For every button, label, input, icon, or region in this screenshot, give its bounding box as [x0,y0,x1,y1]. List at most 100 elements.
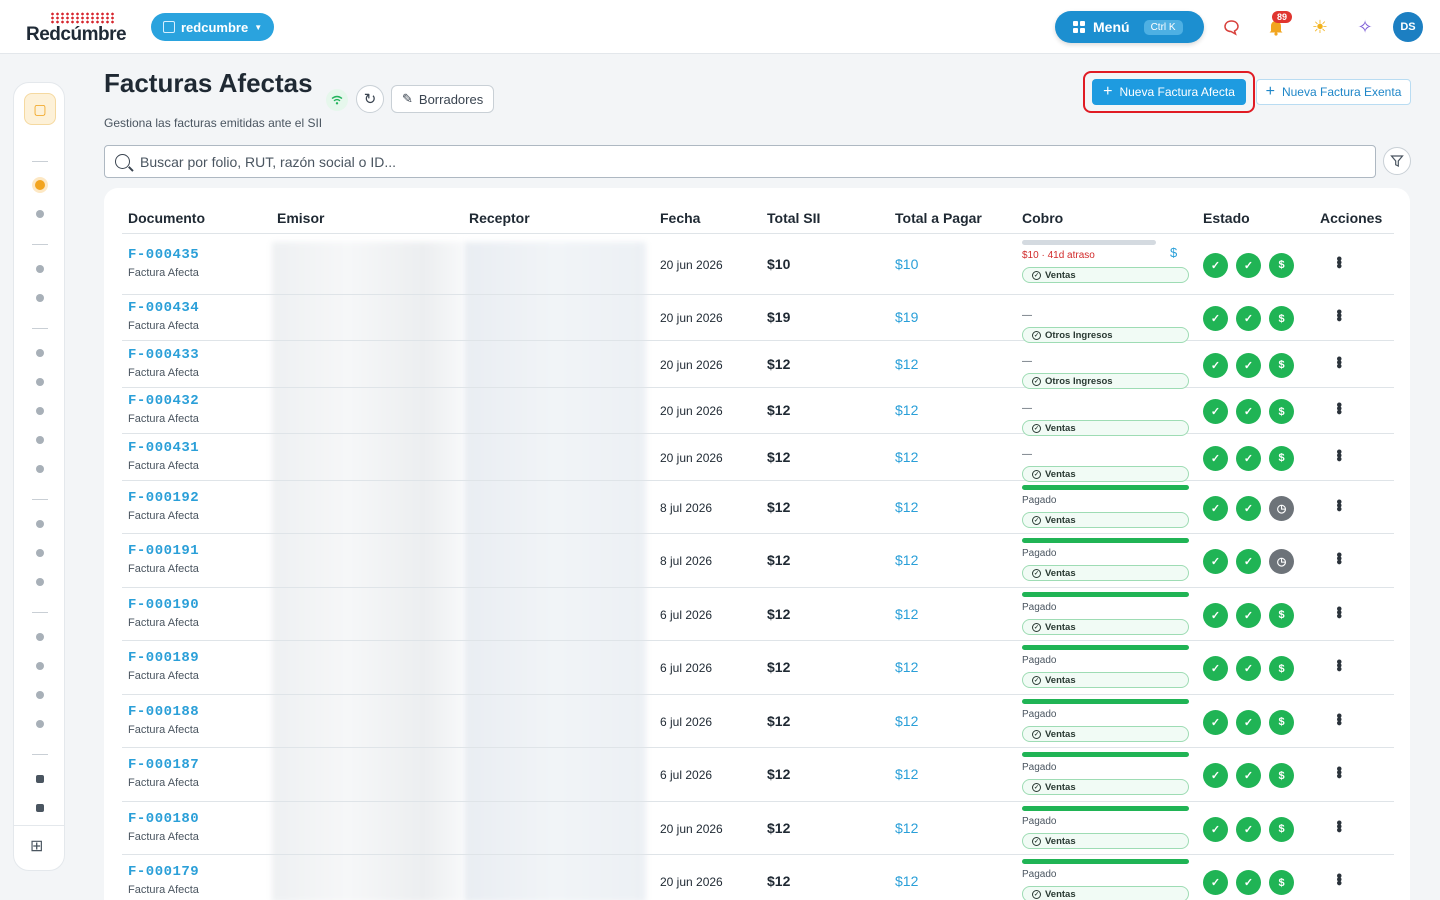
category-badge[interactable]: ✓ Ventas [1022,619,1189,635]
logo[interactable]: Redcúmbre [26,12,136,45]
check-icon[interactable]: ✓ [1236,870,1261,895]
folio-link[interactable]: F-000435 [128,247,199,263]
check-icon[interactable]: ✓ [1236,495,1261,521]
payment-status-icon[interactable]: $ [1269,352,1294,378]
check-icon[interactable]: ✓ [1203,656,1228,681]
sun-icon[interactable]: ☀ [1308,15,1332,39]
column-header-total-pagar[interactable]: Total a Pagar [895,210,982,226]
total-pagar-cell[interactable]: $12 [895,606,918,622]
rail-item[interactable] [36,633,44,641]
table-row[interactable]: F-000192 Factura Afecta 8 jul 2026 $12 $12 Pa… [122,481,1394,534]
more-actions-icon[interactable]: ••• [1330,552,1347,563]
refresh-icon[interactable]: ↻ [356,85,384,113]
search-input[interactable] [140,153,1340,170]
check-icon[interactable]: ✓ [1203,602,1228,628]
check-icon[interactable]: ✓ [1203,763,1228,788]
table-row[interactable]: F-000434 Factura Afecta 20 jun 2026 $19 $19 —… [122,295,1394,343]
check-icon[interactable]: ✓ [1236,763,1261,788]
category-badge[interactable]: ✓ Ventas [1022,512,1189,528]
apps-grid-icon[interactable]: ⊞ [30,836,43,856]
category-badge[interactable]: ✓ Ventas [1022,672,1189,688]
column-header-estado[interactable]: Estado [1203,210,1250,226]
total-pagar-cell[interactable]: $12 [895,766,918,782]
table-row[interactable]: F-000432 Factura Afecta 20 jun 2026 $12 $12 —… [122,388,1394,436]
category-badge[interactable]: ✓ Ventas [1022,267,1189,283]
more-actions-icon[interactable]: ••• [1330,606,1347,617]
total-pagar-cell[interactable]: $12 [895,713,918,729]
check-icon[interactable]: ✓ [1203,352,1228,378]
rail-item[interactable] [36,294,44,302]
table-row[interactable]: F-000188 Factura Afecta 6 jul 2026 $12 $12 Pa… [122,695,1394,748]
table-row[interactable]: F-000189 Factura Afecta 6 jul 2026 $12 $12 Pa… [122,641,1394,695]
payment-status-icon[interactable]: $ [1269,709,1294,735]
column-header-documento[interactable]: Documento [128,210,205,226]
check-icon[interactable]: ✓ [1203,709,1228,735]
category-badge[interactable]: ✓ Ventas [1022,466,1189,482]
folio-link[interactable]: F-000191 [128,543,199,559]
filter-icon[interactable] [1383,147,1411,175]
folio-link[interactable]: F-000189 [128,650,199,666]
rail-item[interactable] [36,349,44,357]
folio-link[interactable]: F-000192 [128,490,199,506]
rail-item[interactable] [36,436,44,444]
rail-item[interactable] [36,520,44,528]
table-row[interactable]: F-000435 Factura Afecta 20 jun 2026 $10 $10 $… [122,234,1394,295]
column-header-cobro[interactable]: Cobro [1022,210,1063,226]
category-badge[interactable]: ✓ Otros Ingresos [1022,373,1189,389]
check-icon[interactable]: ✓ [1236,252,1261,278]
clock-icon[interactable]: ◷ [1269,495,1294,521]
column-header-fecha[interactable]: Fecha [660,210,700,226]
category-badge[interactable]: ✓ Ventas [1022,565,1189,581]
folio-link[interactable]: F-000179 [128,864,199,880]
check-icon[interactable]: ✓ [1203,306,1228,331]
table-row[interactable]: F-000187 Factura Afecta 6 jul 2026 $12 $12 Pa… [122,748,1394,802]
more-actions-icon[interactable]: ••• [1330,449,1347,460]
table-row[interactable]: F-000190 Factura Afecta 6 jul 2026 $12 $12 Pa… [122,588,1394,641]
more-actions-icon[interactable]: ••• [1330,820,1347,831]
more-actions-icon[interactable]: ••• [1330,659,1347,670]
total-pagar-cell[interactable]: $12 [895,820,918,836]
payment-status-icon[interactable]: $ [1269,399,1294,424]
rail-item[interactable] [36,210,44,218]
rail-item[interactable] [36,662,44,670]
check-icon[interactable]: ✓ [1203,816,1228,842]
new-factura-exenta-button[interactable]: + Nueva Factura Exenta [1256,79,1411,105]
more-actions-icon[interactable]: ••• [1330,356,1347,367]
table-row[interactable]: F-000191 Factura Afecta 8 jul 2026 $12 $12 Pa… [122,534,1394,588]
payment-status-icon[interactable]: $ [1269,870,1294,895]
rail-item[interactable] [36,265,44,273]
category-badge[interactable]: ✓ Ventas [1022,726,1189,742]
payment-status-icon[interactable]: $ [1269,445,1294,471]
total-pagar-cell[interactable]: $12 [895,873,918,889]
payment-status-icon[interactable]: $ [1269,602,1294,628]
payment-status-icon[interactable]: $ [1269,763,1294,788]
folio-link[interactable]: F-000434 [128,300,199,316]
folio-link[interactable]: F-000187 [128,757,199,773]
rail-item[interactable] [36,465,44,473]
clock-icon[interactable]: ◷ [1269,549,1294,574]
check-icon[interactable]: ✓ [1236,399,1261,424]
rail-item-active[interactable] [35,180,45,190]
folio-link[interactable]: F-000180 [128,811,199,827]
check-icon[interactable]: ✓ [1203,252,1228,278]
rail-item[interactable] [36,775,44,783]
total-pagar-cell[interactable]: $12 [895,552,918,568]
column-header-emisor[interactable]: Emisor [277,210,324,226]
check-icon[interactable]: ✓ [1236,306,1261,331]
document-icon[interactable]: ▢ [24,93,56,125]
menu-button[interactable]: Menú Ctrl K [1055,11,1204,43]
check-icon[interactable]: ✓ [1203,445,1228,471]
check-icon[interactable]: ✓ [1236,656,1261,681]
total-pagar-cell[interactable]: $12 [895,659,918,675]
total-pagar-cell[interactable]: $19 [895,309,918,325]
total-pagar-cell[interactable]: $12 [895,449,918,465]
more-actions-icon[interactable]: ••• [1330,309,1347,320]
avatar[interactable]: DS [1393,12,1423,42]
more-actions-icon[interactable]: ••• [1330,766,1347,777]
check-icon[interactable]: ✓ [1236,445,1261,471]
category-badge[interactable]: ✓ Ventas [1022,886,1189,900]
payment-status-icon[interactable]: $ [1269,816,1294,842]
check-icon[interactable]: ✓ [1203,495,1228,521]
check-icon[interactable]: ✓ [1236,816,1261,842]
rail-item[interactable] [36,691,44,699]
